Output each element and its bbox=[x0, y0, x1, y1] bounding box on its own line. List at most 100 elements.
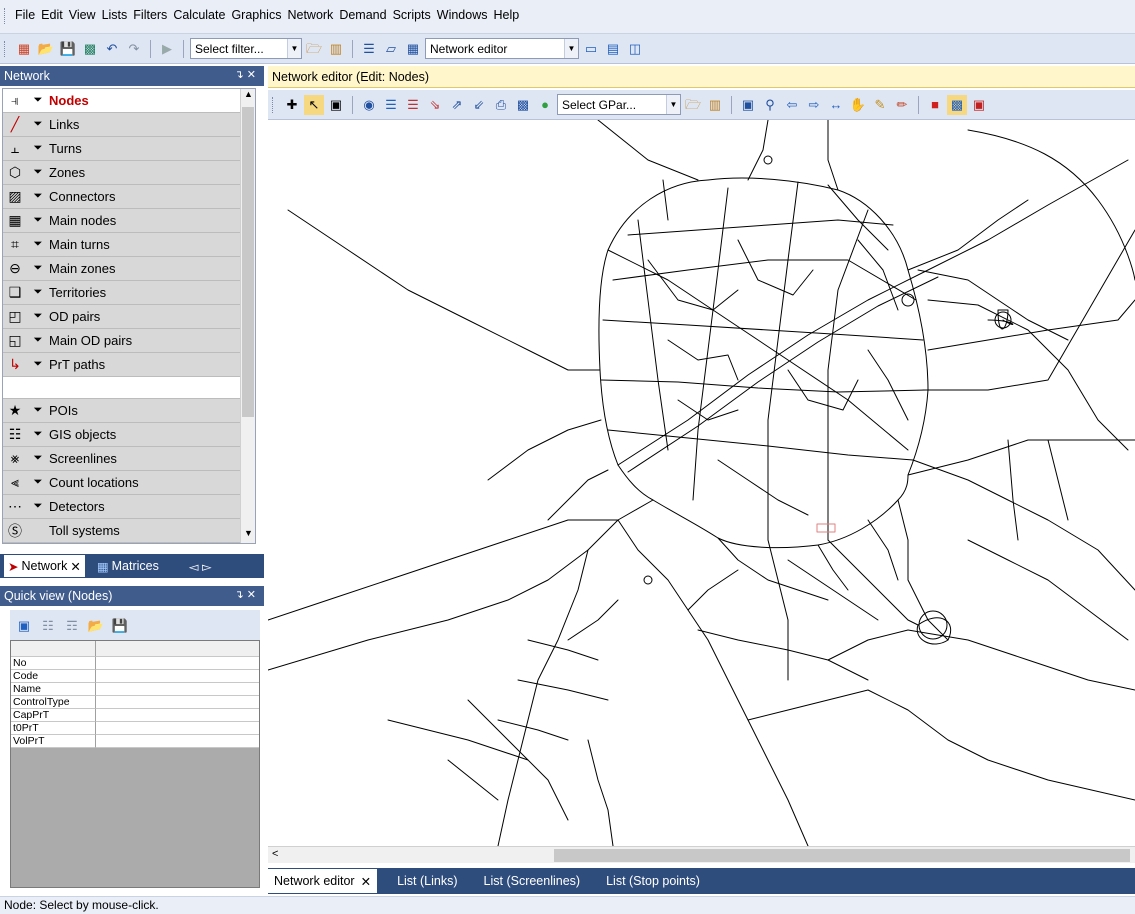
network-item-turns[interactable]: ⫠ ⏷ Turns bbox=[3, 137, 255, 161]
attribute-value[interactable] bbox=[96, 683, 259, 696]
tab-network-editor[interactable]: Network editor ✕ bbox=[268, 869, 378, 893]
network-item-count-locations[interactable]: ⫷ ⏷ Count locations bbox=[3, 471, 255, 495]
scroll-down-icon[interactable]: ▼ bbox=[241, 528, 256, 543]
scroll-up-icon[interactable]: ▲ bbox=[241, 89, 256, 104]
tab-list-screenlines[interactable]: List (Screenlines) bbox=[478, 869, 587, 893]
network-item-links[interactable]: ╱ ⏷ Links bbox=[3, 113, 255, 137]
table-row[interactable]: ControlType bbox=[11, 696, 259, 709]
filter-funnel-icon[interactable]: ⏷ bbox=[27, 428, 49, 441]
network-map[interactable] bbox=[268, 120, 1135, 846]
scroll-thumb[interactable] bbox=[554, 849, 1130, 862]
menu-edit[interactable]: Edit bbox=[38, 8, 66, 22]
table-row[interactable]: VolPrT bbox=[11, 735, 259, 748]
menu-network[interactable]: Network bbox=[284, 8, 336, 22]
network-item-zones[interactable]: ⬡ ⏷ Zones bbox=[3, 161, 255, 185]
select-attributes-icon[interactable]: ▣ bbox=[14, 615, 34, 635]
scroll-left-icon[interactable]: < bbox=[272, 848, 278, 860]
network-item-od-pairs[interactable]: ◰ ⏷ OD pairs bbox=[3, 305, 255, 329]
filter-funnel-icon[interactable]: ⏷ bbox=[27, 118, 49, 131]
toolbar-grip[interactable] bbox=[272, 96, 276, 113]
filter-funnel-icon[interactable]: ⏷ bbox=[27, 452, 49, 465]
filter-funnel-icon[interactable]: ⏷ bbox=[27, 286, 49, 299]
attribute-value[interactable] bbox=[96, 722, 259, 735]
menu-graphics[interactable]: Graphics bbox=[228, 8, 284, 22]
tab-list-stop-points[interactable]: List (Stop points) bbox=[600, 869, 706, 893]
flow-bundle-icon[interactable]: ⇘ bbox=[425, 95, 445, 115]
open-folder-icon[interactable]: 📂 bbox=[86, 615, 106, 635]
network-list-scrollbar[interactable]: ▲ ▼ bbox=[240, 89, 255, 543]
network-item-main-turns[interactable]: ⌗ ⏷ Main turns bbox=[3, 233, 255, 257]
chevron-down-icon[interactable]: ▼ bbox=[564, 39, 578, 58]
close-icon[interactable]: ✕ bbox=[361, 874, 371, 889]
zoom-extent-icon[interactable]: ↔ bbox=[826, 95, 846, 115]
network-item-screenlines[interactable]: ⨳ ⏷ Screenlines bbox=[3, 447, 255, 471]
menu-help[interactable]: Help bbox=[490, 8, 522, 22]
tab-scroll-icon[interactable]: ◅ ▻ bbox=[189, 559, 212, 574]
window-horizontal-icon[interactable]: ▤ bbox=[603, 39, 623, 59]
menu-scripts[interactable]: Scripts bbox=[390, 8, 434, 22]
gpar-save-icon[interactable]: ▥ bbox=[705, 95, 725, 115]
insert-mode-icon[interactable]: ✚ bbox=[282, 95, 302, 115]
menu-calculate[interactable]: Calculate bbox=[170, 8, 228, 22]
network-item-toll-systems[interactable]: Ⓢ Toll systems bbox=[3, 519, 255, 543]
filter-funnel-icon[interactable]: ⏷ bbox=[27, 500, 49, 513]
toolbar-grip[interactable] bbox=[4, 8, 8, 24]
filter-funnel-icon[interactable]: ⏷ bbox=[27, 476, 49, 489]
filter-select[interactable]: Select filter... ▼ bbox=[190, 38, 302, 59]
menu-windows[interactable]: Windows bbox=[434, 8, 491, 22]
menu-view[interactable]: View bbox=[66, 8, 99, 22]
filter-funnel-icon[interactable]: ⏷ bbox=[27, 238, 49, 251]
globe-icon[interactable]: ● bbox=[535, 95, 555, 115]
isochrone-icon[interactable]: ⇗ bbox=[447, 95, 467, 115]
close-icon[interactable]: ✕ bbox=[70, 559, 80, 574]
zoom-icon[interactable]: ⚲ bbox=[760, 95, 780, 115]
network-item-pois[interactable]: ★ ⏷ POIs bbox=[3, 399, 255, 423]
window-vertical-icon[interactable]: ◫ bbox=[625, 39, 645, 59]
filter-funnel-icon[interactable]: ⏷ bbox=[27, 94, 49, 107]
network-view-icon[interactable]: ▱ bbox=[381, 39, 401, 59]
filter-funnel-icon[interactable]: ⏷ bbox=[27, 334, 49, 347]
copy-icon[interactable]: ☷ bbox=[38, 615, 58, 635]
find-icon[interactable]: ◉ bbox=[359, 95, 379, 115]
next-view-icon[interactable]: ⇨ bbox=[804, 95, 824, 115]
table-row[interactable]: Name bbox=[11, 683, 259, 696]
table-row[interactable]: Code bbox=[11, 670, 259, 683]
network-item-detectors[interactable]: ⋯ ⏷ Detectors bbox=[3, 495, 255, 519]
filter-funnel-icon[interactable]: ⏷ bbox=[27, 142, 49, 155]
network-item-gis-objects[interactable]: ☷ ⏷ GIS objects bbox=[3, 423, 255, 447]
select-arrow-icon[interactable]: ↖ bbox=[304, 94, 324, 115]
table-row[interactable]: No bbox=[11, 657, 259, 670]
background-icon[interactable]: ▩ bbox=[513, 95, 533, 115]
attribute-value[interactable] bbox=[96, 696, 259, 709]
menu-lists[interactable]: Lists bbox=[99, 8, 131, 22]
procedure-icon[interactable]: ▦ bbox=[403, 39, 423, 59]
save-icon[interactable]: 💾 bbox=[110, 615, 130, 635]
attribute-value[interactable] bbox=[96, 735, 259, 748]
map-horizontal-scrollbar[interactable]: < bbox=[268, 846, 1135, 863]
filter-funnel-icon[interactable]: ⏷ bbox=[27, 404, 49, 417]
measure-icon[interactable]: ✎ bbox=[870, 95, 890, 115]
clear-icon[interactable]: ▣ bbox=[969, 95, 989, 115]
view-select[interactable]: Network editor ▼ bbox=[425, 38, 579, 59]
legend-icon[interactable]: ☰ bbox=[403, 95, 423, 115]
menu-demand[interactable]: Demand bbox=[336, 8, 389, 22]
pin-close-icon[interactable]: ↴ ✕ bbox=[235, 68, 257, 81]
table-row[interactable]: t0PrT bbox=[11, 722, 259, 735]
filter-funnel-icon[interactable]: ⏷ bbox=[27, 190, 49, 203]
spatial-select-icon[interactable]: ▣ bbox=[326, 95, 346, 115]
list-icon[interactable]: ☰ bbox=[359, 39, 379, 59]
save-icon[interactable]: 💾 bbox=[58, 39, 78, 59]
redo-icon[interactable]: ↷ bbox=[124, 39, 144, 59]
run-icon[interactable]: ▶ bbox=[157, 39, 177, 59]
scroll-thumb[interactable] bbox=[242, 107, 254, 417]
new-file-icon[interactable]: ▦ bbox=[14, 39, 34, 59]
table-row[interactable]: CapPrT bbox=[11, 709, 259, 722]
filter-funnel-icon[interactable]: ⏷ bbox=[27, 310, 49, 323]
gpar-select[interactable]: Select GPar... ▼ bbox=[557, 94, 681, 115]
attribute-value[interactable] bbox=[96, 670, 259, 683]
tab-matrices[interactable]: ▦ Matrices bbox=[93, 555, 163, 577]
network-item-nodes[interactable]: ⫣ ⏷ Nodes bbox=[3, 89, 255, 113]
menu-filters[interactable]: Filters bbox=[130, 8, 170, 22]
attribute-value[interactable] bbox=[96, 657, 259, 670]
filter-funnel-icon[interactable]: ⏷ bbox=[27, 214, 49, 227]
